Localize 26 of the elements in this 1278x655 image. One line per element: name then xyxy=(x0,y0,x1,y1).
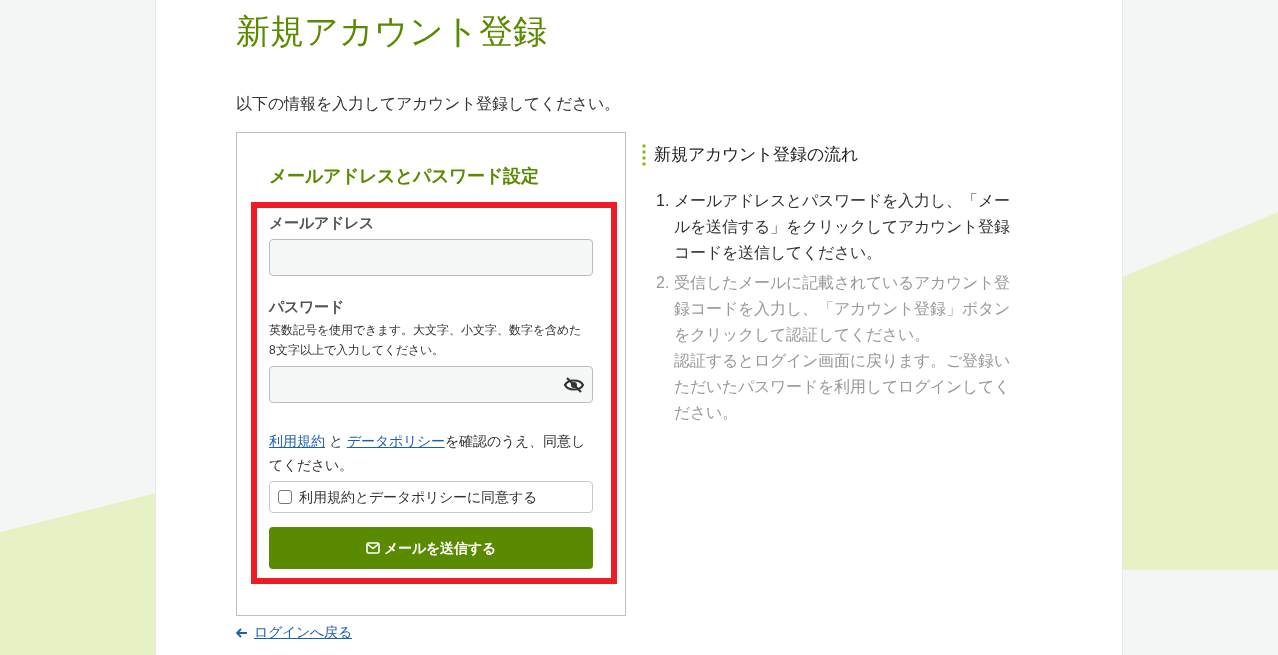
form-heading: メールアドレスとパスワード設定 xyxy=(269,165,540,188)
agree-checkbox-row[interactable]: 利用規約とデータポリシーに同意する xyxy=(269,481,593,513)
eye-slash-icon[interactable] xyxy=(564,376,584,393)
step-number: 2. xyxy=(656,272,671,293)
back-to-login-link[interactable]: ログインへ戻る xyxy=(236,622,626,643)
password-field[interactable] xyxy=(269,366,593,403)
send-email-button[interactable]: メールを送信する xyxy=(269,527,593,569)
agree-label: 利用規約とデータポリシーに同意する xyxy=(299,487,537,507)
step-number: 1. xyxy=(656,190,671,211)
policy-link[interactable]: データポリシー xyxy=(346,433,445,449)
consent-text: 利用規約 と データポリシーを確認のうえ、同意してください。 xyxy=(269,432,585,475)
password-hint: 英数記号を使用できます。大文字、小文字、数字を含めた8文字以上で入力してください。 xyxy=(269,322,582,359)
step-text: 認証するとログイン画面に戻ります。ご登録いただいたパスワードを利用してログインしてください。 xyxy=(674,350,1011,423)
page-title: 新規アカウント登録 xyxy=(236,11,548,52)
step-text: 受信したメールに記載されているアカウント登録コードを入力し、「アカウント登録」ボタンをクリックして認証してください。 xyxy=(674,272,1011,345)
policy-link[interactable]: 利用規約 xyxy=(269,433,325,449)
password-label: パスワード xyxy=(269,296,345,317)
step-text: メールアドレスとパスワードを入力し、「メールを送信する」をクリックしてアカウント登録コードを送信してください。 xyxy=(674,190,1011,263)
intro-text: 以下の情報を入力してアカウント登録してください。 xyxy=(236,94,621,114)
dotted-marker-icon xyxy=(642,142,646,167)
envelope-icon xyxy=(366,542,380,554)
email-label: メールアドレス xyxy=(269,213,375,233)
flow-title: 新規アカウント登録の流れ xyxy=(654,144,858,166)
checkbox[interactable] xyxy=(278,490,292,504)
arrow-left-icon xyxy=(236,627,248,638)
email-field[interactable] xyxy=(269,238,593,276)
